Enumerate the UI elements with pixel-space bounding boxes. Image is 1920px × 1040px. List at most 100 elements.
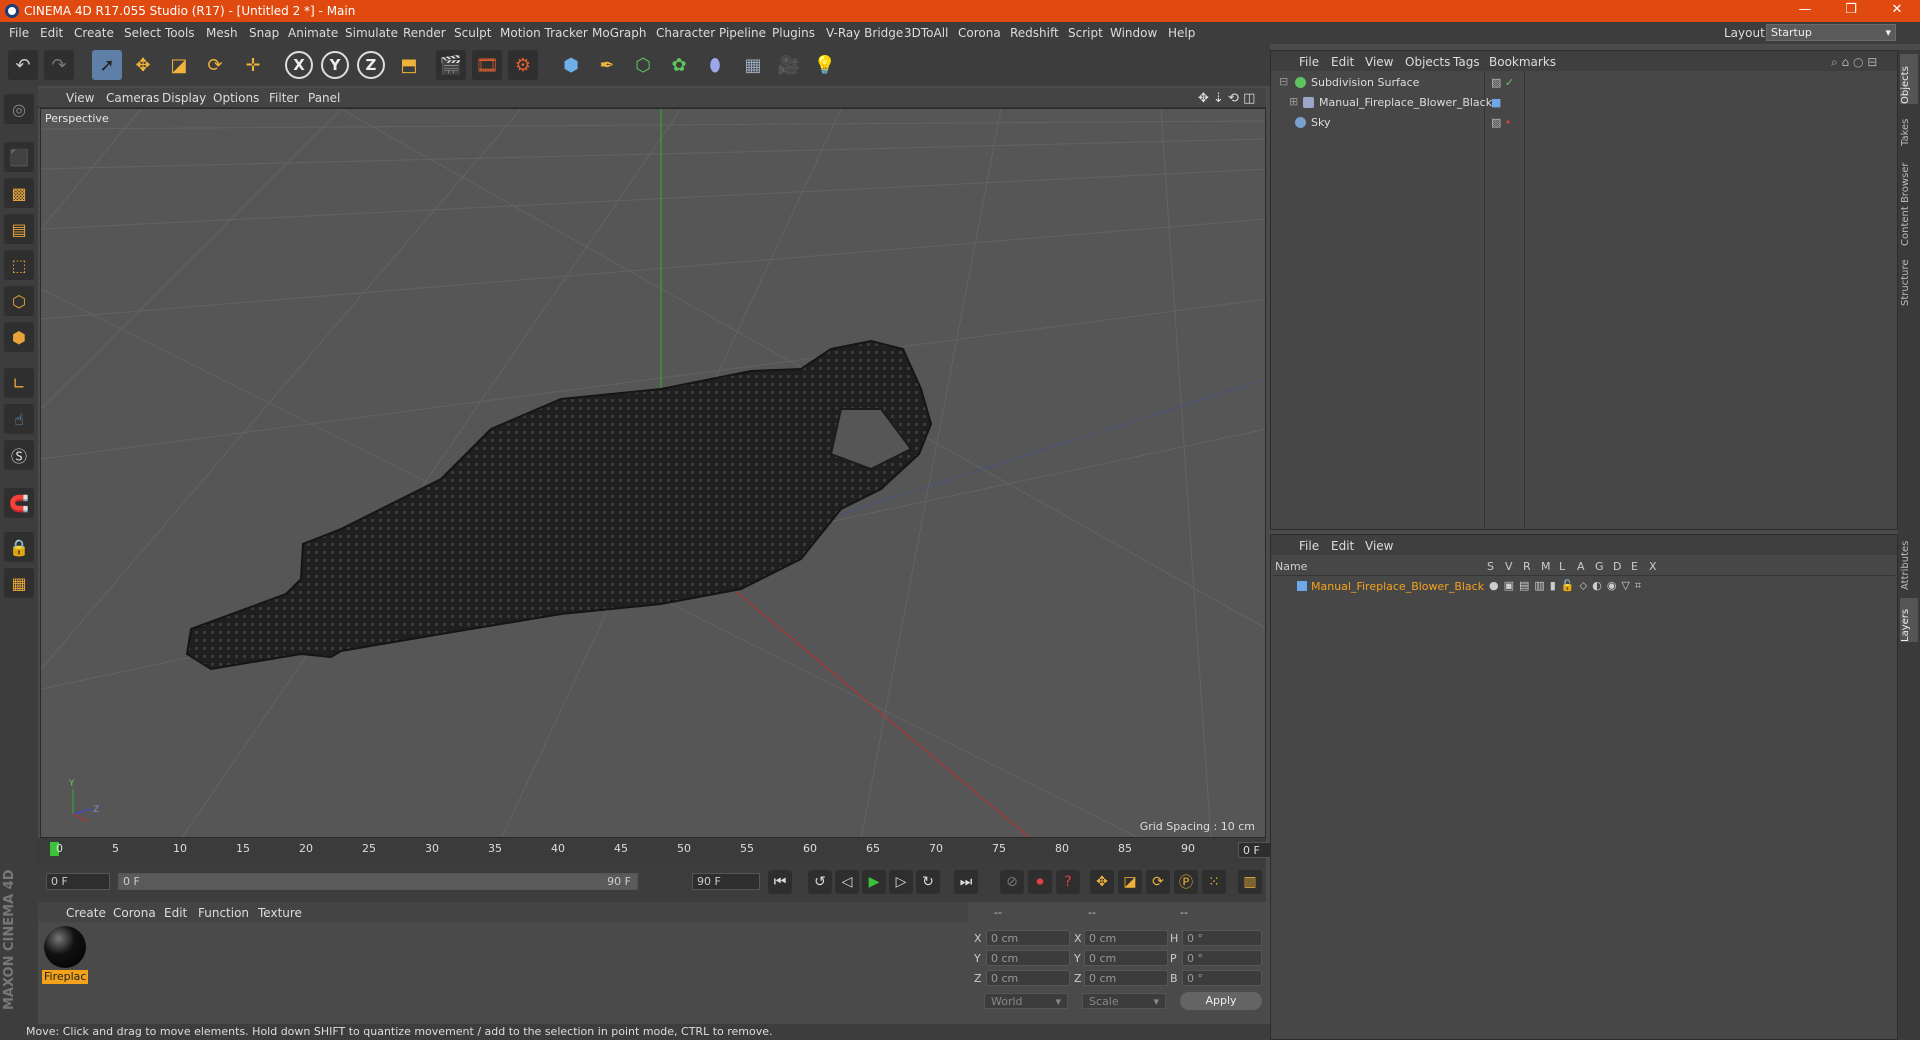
texture-mode-icon[interactable]: ▩ [4, 178, 34, 208]
menu-script[interactable]: Script [1068, 26, 1103, 40]
object-menu-edit[interactable]: Edit [1331, 55, 1354, 69]
close-button[interactable]: ✕ [1882, 2, 1912, 20]
viewport-menu-view[interactable]: View [66, 91, 94, 105]
menu-animate[interactable]: Animate [288, 26, 338, 40]
menu-character[interactable]: Character [656, 26, 715, 40]
layer-menu-file[interactable]: File [1299, 539, 1319, 553]
tab-attributes[interactable]: Attributes [1900, 534, 1918, 590]
material-name[interactable]: Fireplac [42, 970, 88, 984]
layer-column-expressions[interactable]: E [1631, 560, 1638, 573]
next-frame-icon[interactable]: ▷ [889, 870, 913, 894]
layer-column-view[interactable]: V [1505, 560, 1513, 573]
tweak-mode-icon[interactable]: ☝ [4, 404, 34, 434]
viewport-navigation-icons[interactable]: ✥ ⇣ ⟲ ◫ [1198, 91, 1255, 106]
layer-column-xref[interactable]: X [1649, 560, 1657, 573]
menu-select[interactable]: Select [124, 26, 161, 40]
rotation-h-field[interactable]: 0 ° [1182, 930, 1262, 946]
menu-sculpt[interactable]: Sculpt [454, 26, 491, 40]
model-mode-icon[interactable]: ⬛ [4, 142, 34, 172]
expand-icon[interactable]: ⊞ [1289, 95, 1298, 108]
material-menu-function[interactable]: Function [198, 906, 249, 920]
play-forward-icon[interactable]: ▶ [862, 870, 886, 894]
z-axis-lock-icon[interactable]: Z [356, 50, 386, 80]
transform-tool-icon[interactable]: ✛ [238, 50, 268, 80]
rotation-b-field[interactable]: 0 ° [1182, 970, 1262, 986]
menu-3dtoall[interactable]: 3DToAll [904, 26, 948, 40]
snap-icon[interactable]: 🧲 [4, 488, 34, 518]
menu-tools[interactable]: Tools [165, 26, 195, 40]
layer-column-locked[interactable]: L [1559, 560, 1565, 573]
object-menu-objects[interactable]: Objects [1405, 55, 1450, 69]
position-y-field[interactable]: 0 cm [986, 950, 1070, 966]
render-settings-icon[interactable]: ⚙ [508, 50, 538, 80]
visibility-toggles[interactable]: ▨ • [1491, 116, 1511, 129]
cube-primitive-icon[interactable]: ⬢ [556, 50, 586, 80]
collapse-icon[interactable]: ⊟ [1279, 75, 1288, 88]
light-icon[interactable]: 💡 [810, 50, 840, 80]
object-row-subdivision-surface[interactable]: ⊟ Subdivision Surface ▨ ✓ [1275, 75, 1895, 91]
menu-vray-bridge[interactable]: V-Ray Bridge [826, 26, 903, 40]
planar-workplane-icon[interactable]: ▦ [4, 568, 34, 598]
menu-window[interactable]: Window [1110, 26, 1157, 40]
timeline-window-icon[interactable]: ▥ [1238, 870, 1262, 894]
object-menu-tags[interactable]: Tags [1453, 55, 1480, 69]
tab-takes[interactable]: Takes [1900, 110, 1918, 146]
object-row-sky[interactable]: Sky ▨ • [1275, 115, 1895, 131]
material-preview-ball[interactable] [44, 926, 86, 968]
camera-icon[interactable]: 🎥 [774, 50, 804, 80]
key-pla-icon[interactable]: ⁙ [1202, 870, 1226, 894]
tab-layers[interactable]: Layers [1900, 598, 1918, 642]
x-axis-lock-icon[interactable]: X [284, 50, 314, 80]
viewport-menu-filter[interactable]: Filter [269, 91, 299, 105]
key-rotation-icon[interactable]: ⟳ [1146, 870, 1170, 894]
layer-column-deformers[interactable]: D [1613, 560, 1621, 573]
coordinate-mode-dropdown[interactable]: World ▾ [984, 993, 1068, 1009]
menu-motion-tracker[interactable]: Motion Tracker [500, 26, 588, 40]
object-menu-file[interactable]: File [1299, 55, 1319, 69]
tab-objects[interactable]: Objects [1900, 54, 1918, 104]
layer-column-manager[interactable]: M [1541, 560, 1551, 573]
layer-column-animation[interactable]: A [1577, 560, 1585, 573]
visibility-toggles[interactable]: ▨ ✓ [1491, 76, 1514, 89]
minimize-button[interactable]: — [1790, 2, 1820, 20]
go-to-start-icon[interactable]: ⏮ [768, 870, 792, 894]
fireplace-blower-model[interactable] [185, 339, 933, 671]
layer-toggle-icons[interactable]: ●▣▤▥▮🔓⬦◐◉▽⌗ [1489, 579, 1646, 593]
axis-mode-icon[interactable]: ∟ [4, 368, 34, 398]
solo-mode-icon[interactable]: Ⓢ [4, 440, 34, 470]
rotation-p-field[interactable]: 0 ° [1182, 950, 1262, 966]
tab-structure[interactable]: Structure [1900, 250, 1918, 306]
keyframe-selection-icon[interactable]: ? [1056, 870, 1080, 894]
size-y-field[interactable]: 0 cm [1084, 950, 1168, 966]
lock-workplane-icon[interactable]: 🔒 [4, 532, 34, 562]
layer-color-swatch[interactable] [1297, 581, 1307, 591]
material-menu-edit[interactable]: Edit [164, 906, 187, 920]
go-to-end-icon[interactable]: ⏭ [954, 870, 978, 894]
points-mode-icon[interactable]: ⬚ [4, 250, 34, 280]
menu-mesh[interactable]: Mesh [206, 26, 238, 40]
layer-column-solo[interactable]: S [1487, 560, 1494, 573]
coordinate-system-icon[interactable]: ⬒ [394, 50, 424, 80]
key-parameter-icon[interactable]: Ⓟ [1174, 870, 1198, 894]
menu-edit[interactable]: Edit [40, 26, 63, 40]
position-x-field[interactable]: 0 cm [986, 930, 1070, 946]
perspective-viewport[interactable]: Y Z Perspective Grid Spacing : 10 cm [40, 108, 1266, 838]
menu-snap[interactable]: Snap [249, 26, 279, 40]
material-menu-create[interactable]: Create [66, 906, 106, 920]
menu-render[interactable]: Render [403, 26, 446, 40]
cloner-icon[interactable]: ✿ [664, 50, 694, 80]
make-editable-icon[interactable]: ◎ [4, 94, 34, 124]
pen-spline-icon[interactable]: ✒ [592, 50, 622, 80]
record-keys-icon[interactable]: ⊘ [1000, 870, 1024, 894]
deformer-icon[interactable]: ⬮ [700, 50, 730, 80]
position-z-field[interactable]: 0 cm [986, 970, 1070, 986]
object-menu-view[interactable]: View [1365, 55, 1393, 69]
menu-redshift[interactable]: Redshift [1010, 26, 1059, 40]
undo-icon[interactable]: ↶ [8, 50, 38, 80]
live-selection-icon[interactable]: ➚ [92, 50, 122, 80]
subdivision-surface-icon[interactable]: ⬡ [628, 50, 658, 80]
previous-frame-icon[interactable]: ◁ [835, 870, 859, 894]
render-picture-viewer-icon[interactable]: 🎞 [472, 50, 502, 80]
menu-pipeline[interactable]: Pipeline [719, 26, 766, 40]
menu-help[interactable]: Help [1168, 26, 1195, 40]
